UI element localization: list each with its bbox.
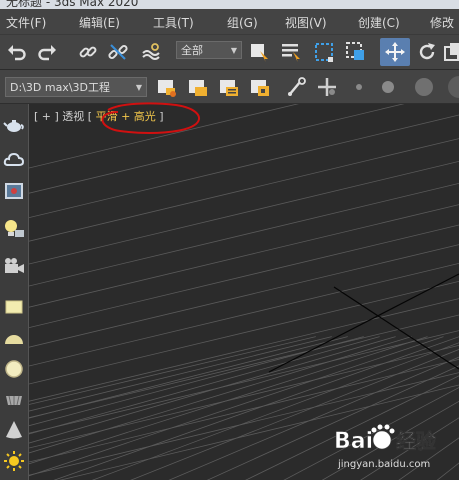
geosphere-icon[interactable] [1,386,26,411]
grid-line [29,114,459,219]
grid-line [29,138,459,242]
menu-group[interactable]: 组(G) [227,14,258,31]
sun-icon[interactable] [1,448,26,473]
watermark-url: jingyan.baidu.com [338,459,431,470]
chevron-down-icon: ▼ [230,46,237,55]
dot-icon [356,84,362,90]
cone-icon[interactable] [1,417,26,442]
camera-image-icon[interactable] [1,178,26,203]
viewport-label-prefix[interactable]: [ + ] 透视 [ [34,110,96,123]
select-and-move-icon[interactable] [380,38,410,66]
grid-line [29,314,459,419]
project-path-dropdown[interactable]: D:\3D max\3D工程 ▼ [5,77,147,97]
snap-cross-icon[interactable] [314,74,340,100]
select-by-name-icon[interactable] [278,39,304,65]
dot-icon [382,81,394,93]
hemisphere-icon[interactable] [1,325,26,350]
light-bulb-icon[interactable] [1,216,26,241]
chevron-down-icon: ▼ [135,83,142,92]
menu-tools[interactable]: 工具(T) [153,14,194,31]
cloud-shape-icon[interactable] [1,146,26,171]
dot-icon [415,78,433,96]
menu-modify[interactable]: 修改 [430,14,454,31]
unlink-icon[interactable] [105,39,131,65]
project-toolbar: D:\3D max\3D工程 ▼ [0,70,459,104]
selection-filter-dropdown[interactable]: 全部 ▼ [176,41,242,59]
select-object-icon[interactable] [246,39,272,65]
viewport-label-suffix: ] [155,110,164,123]
redo-icon[interactable] [34,39,60,65]
command-panel-strip [0,104,29,480]
window-title-bar: 无标题 - 3ds Max 2020 [0,0,459,9]
project-folder-tree-icon[interactable] [247,74,273,100]
undo-icon[interactable] [4,39,30,65]
grid-line [29,204,459,308]
project-folder-icon[interactable] [185,74,211,100]
menu-edit[interactable]: 编辑(E) [79,14,120,31]
viewport-label[interactable]: [ + ] 透视 [ 平滑 + 高光 ] [34,108,164,124]
menu-view[interactable]: 视图(V) [285,14,327,31]
window-title: 无标题 - 3ds Max 2020 [6,0,139,9]
grid-line [29,183,459,287]
selection-filter-value: 全部 [181,44,203,57]
video-camera-icon[interactable] [1,254,26,279]
link-icon[interactable] [75,39,101,65]
dot-icon [448,76,459,98]
scale-icon[interactable] [440,39,459,65]
menu-create[interactable]: 创建(C) [358,14,400,31]
main-toolbar: 全部 ▼ [0,35,459,69]
grid-line [29,281,459,385]
project-path-value: D:\3D max\3D工程 [10,81,110,94]
grid-line [333,286,459,370]
window-crossing-icon[interactable] [343,39,369,65]
rectangular-selection-icon[interactable] [311,39,337,65]
grid-line [268,273,459,373]
watermark-logo-text2: 经验 [396,429,436,453]
menu-file[interactable]: 文件(F) [6,14,46,31]
paint-brush-icon[interactable] [284,74,310,100]
grid-line [29,336,348,419]
sphere-icon[interactable] [1,356,26,381]
grid-line [29,336,332,412]
project-folder-list-icon[interactable] [216,74,242,100]
bind-spacewarp-icon[interactable] [138,39,164,65]
grid-line [29,161,459,265]
grid-line [29,336,316,405]
watermark-logo-text: Bai [334,429,373,454]
rotate-icon[interactable] [414,39,440,65]
project-folder-settings-icon[interactable] [154,74,180,100]
paw-icon [371,424,395,450]
box-primitive-icon[interactable] [1,294,26,319]
viewport-shading-mode[interactable]: 平滑 + 高光 [96,110,156,123]
menu-bar: 文件(F) 编辑(E) 工具(T) 组(G) 视图(V) 创建(C) 修改 [0,9,459,35]
teapot-icon[interactable] [1,112,26,137]
